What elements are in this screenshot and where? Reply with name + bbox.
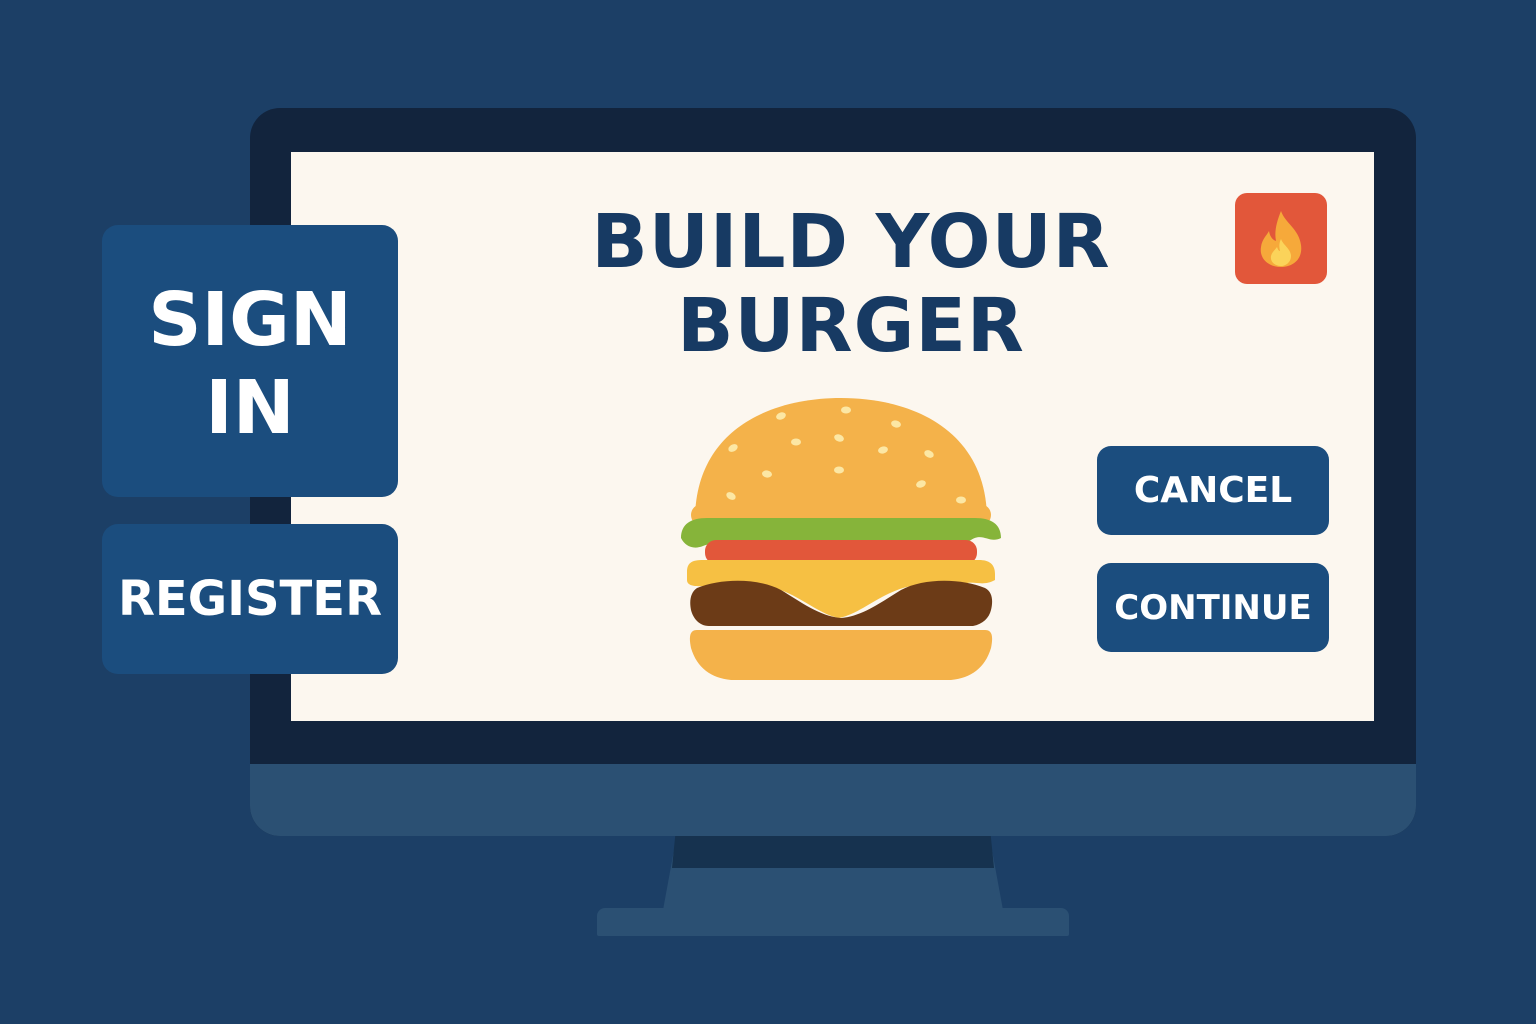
sign-in-label-line-2: IN <box>205 364 295 451</box>
page-title-line-1: BUILD YOUR <box>591 199 1111 285</box>
fire-badge[interactable] <box>1235 193 1327 284</box>
page-title-line-2: BURGER <box>677 283 1025 369</box>
continue-button[interactable]: CONTINUE <box>1097 563 1329 652</box>
desktop-scene: BUILD YOUR BURGER CANCEL CONTINUE SIGN I… <box>0 0 1536 1024</box>
cancel-button[interactable]: CANCEL <box>1097 446 1329 535</box>
sign-in-button[interactable]: SIGN IN <box>102 225 398 497</box>
sign-in-label-line-1: SIGN <box>148 276 352 363</box>
app-screen: BUILD YOUR BURGER CANCEL CONTINUE <box>291 152 1374 721</box>
monitor-stand-shadow <box>672 836 994 868</box>
page-title: BUILD YOUR BURGER <box>591 200 1111 368</box>
register-button[interactable]: REGISTER <box>102 524 398 674</box>
monitor-chin <box>250 764 1416 836</box>
fire-icon <box>1260 210 1302 267</box>
burger-top-bun <box>695 398 987 520</box>
monitor-stand-base <box>597 908 1069 936</box>
burger-bottom-bun <box>689 630 993 680</box>
burger-illustration <box>681 398 1001 680</box>
